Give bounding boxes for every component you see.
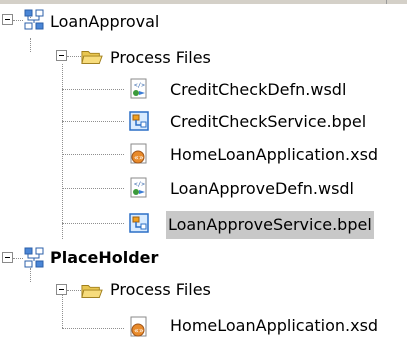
wsdl-file-icon: </> [130,177,147,198]
file-name: LoanApproveService.bpel [166,211,374,239]
project-icon [24,9,44,30]
file-name: LoanApproveDefn.wsdl [170,179,354,198]
collapse-toggle[interactable] [2,14,13,25]
folder-open-icon [81,285,103,298]
file-name: HomeLoanApplication.xsd [170,145,379,164]
xsd-file-icon: «» [130,316,147,337]
tree-node-process-files[interactable]: Process Files [0,272,385,304]
file-item[interactable]: CreditCheckService.bpel [0,107,385,139]
file-name: CreditCheckService.bpel [170,112,367,131]
folder-name: Process Files [110,280,211,299]
tree-node-placeholder[interactable]: PlaceHolder [0,240,385,272]
collapse-toggle[interactable] [2,252,13,263]
bpel-file-icon [129,111,149,131]
header-strip [0,0,407,4]
svg-text:</>: </> [134,82,145,89]
tree-node-loanapproval[interactable]: LoanApproval [0,6,385,38]
right-edge-blank [385,4,407,336]
file-item[interactable]: «» HomeLoanApplication.xsd [0,140,385,172]
bpel-file-icon [129,213,149,233]
wsdl-file-icon: </> [130,78,147,99]
project-name: PlaceHolder [50,248,159,267]
file-item[interactable]: </> LoanApproveDefn.wsdl [0,174,385,206]
svg-text:«»: «» [134,326,144,335]
project-name: LoanApproval [50,12,160,31]
collapse-toggle[interactable] [56,284,67,295]
tree-node-process-files[interactable]: Process Files [0,42,385,74]
folder-open-icon [81,51,103,64]
collapse-toggle[interactable] [56,50,67,61]
project-icon [24,247,44,268]
file-item[interactable]: «» HomeLoanApplication.xsd [0,306,385,338]
file-item-selected[interactable]: LoanApproveService.bpel [0,207,385,239]
svg-text:«»: «» [134,153,144,162]
svg-text:</>: </> [134,181,145,188]
file-name: HomeLoanApplication.xsd [170,316,379,335]
file-name: CreditCheckDefn.wsdl [170,80,347,99]
file-item[interactable]: </> CreditCheckDefn.wsdl [0,75,385,107]
folder-name: Process Files [110,48,211,67]
xsd-file-icon: «» [130,143,147,164]
